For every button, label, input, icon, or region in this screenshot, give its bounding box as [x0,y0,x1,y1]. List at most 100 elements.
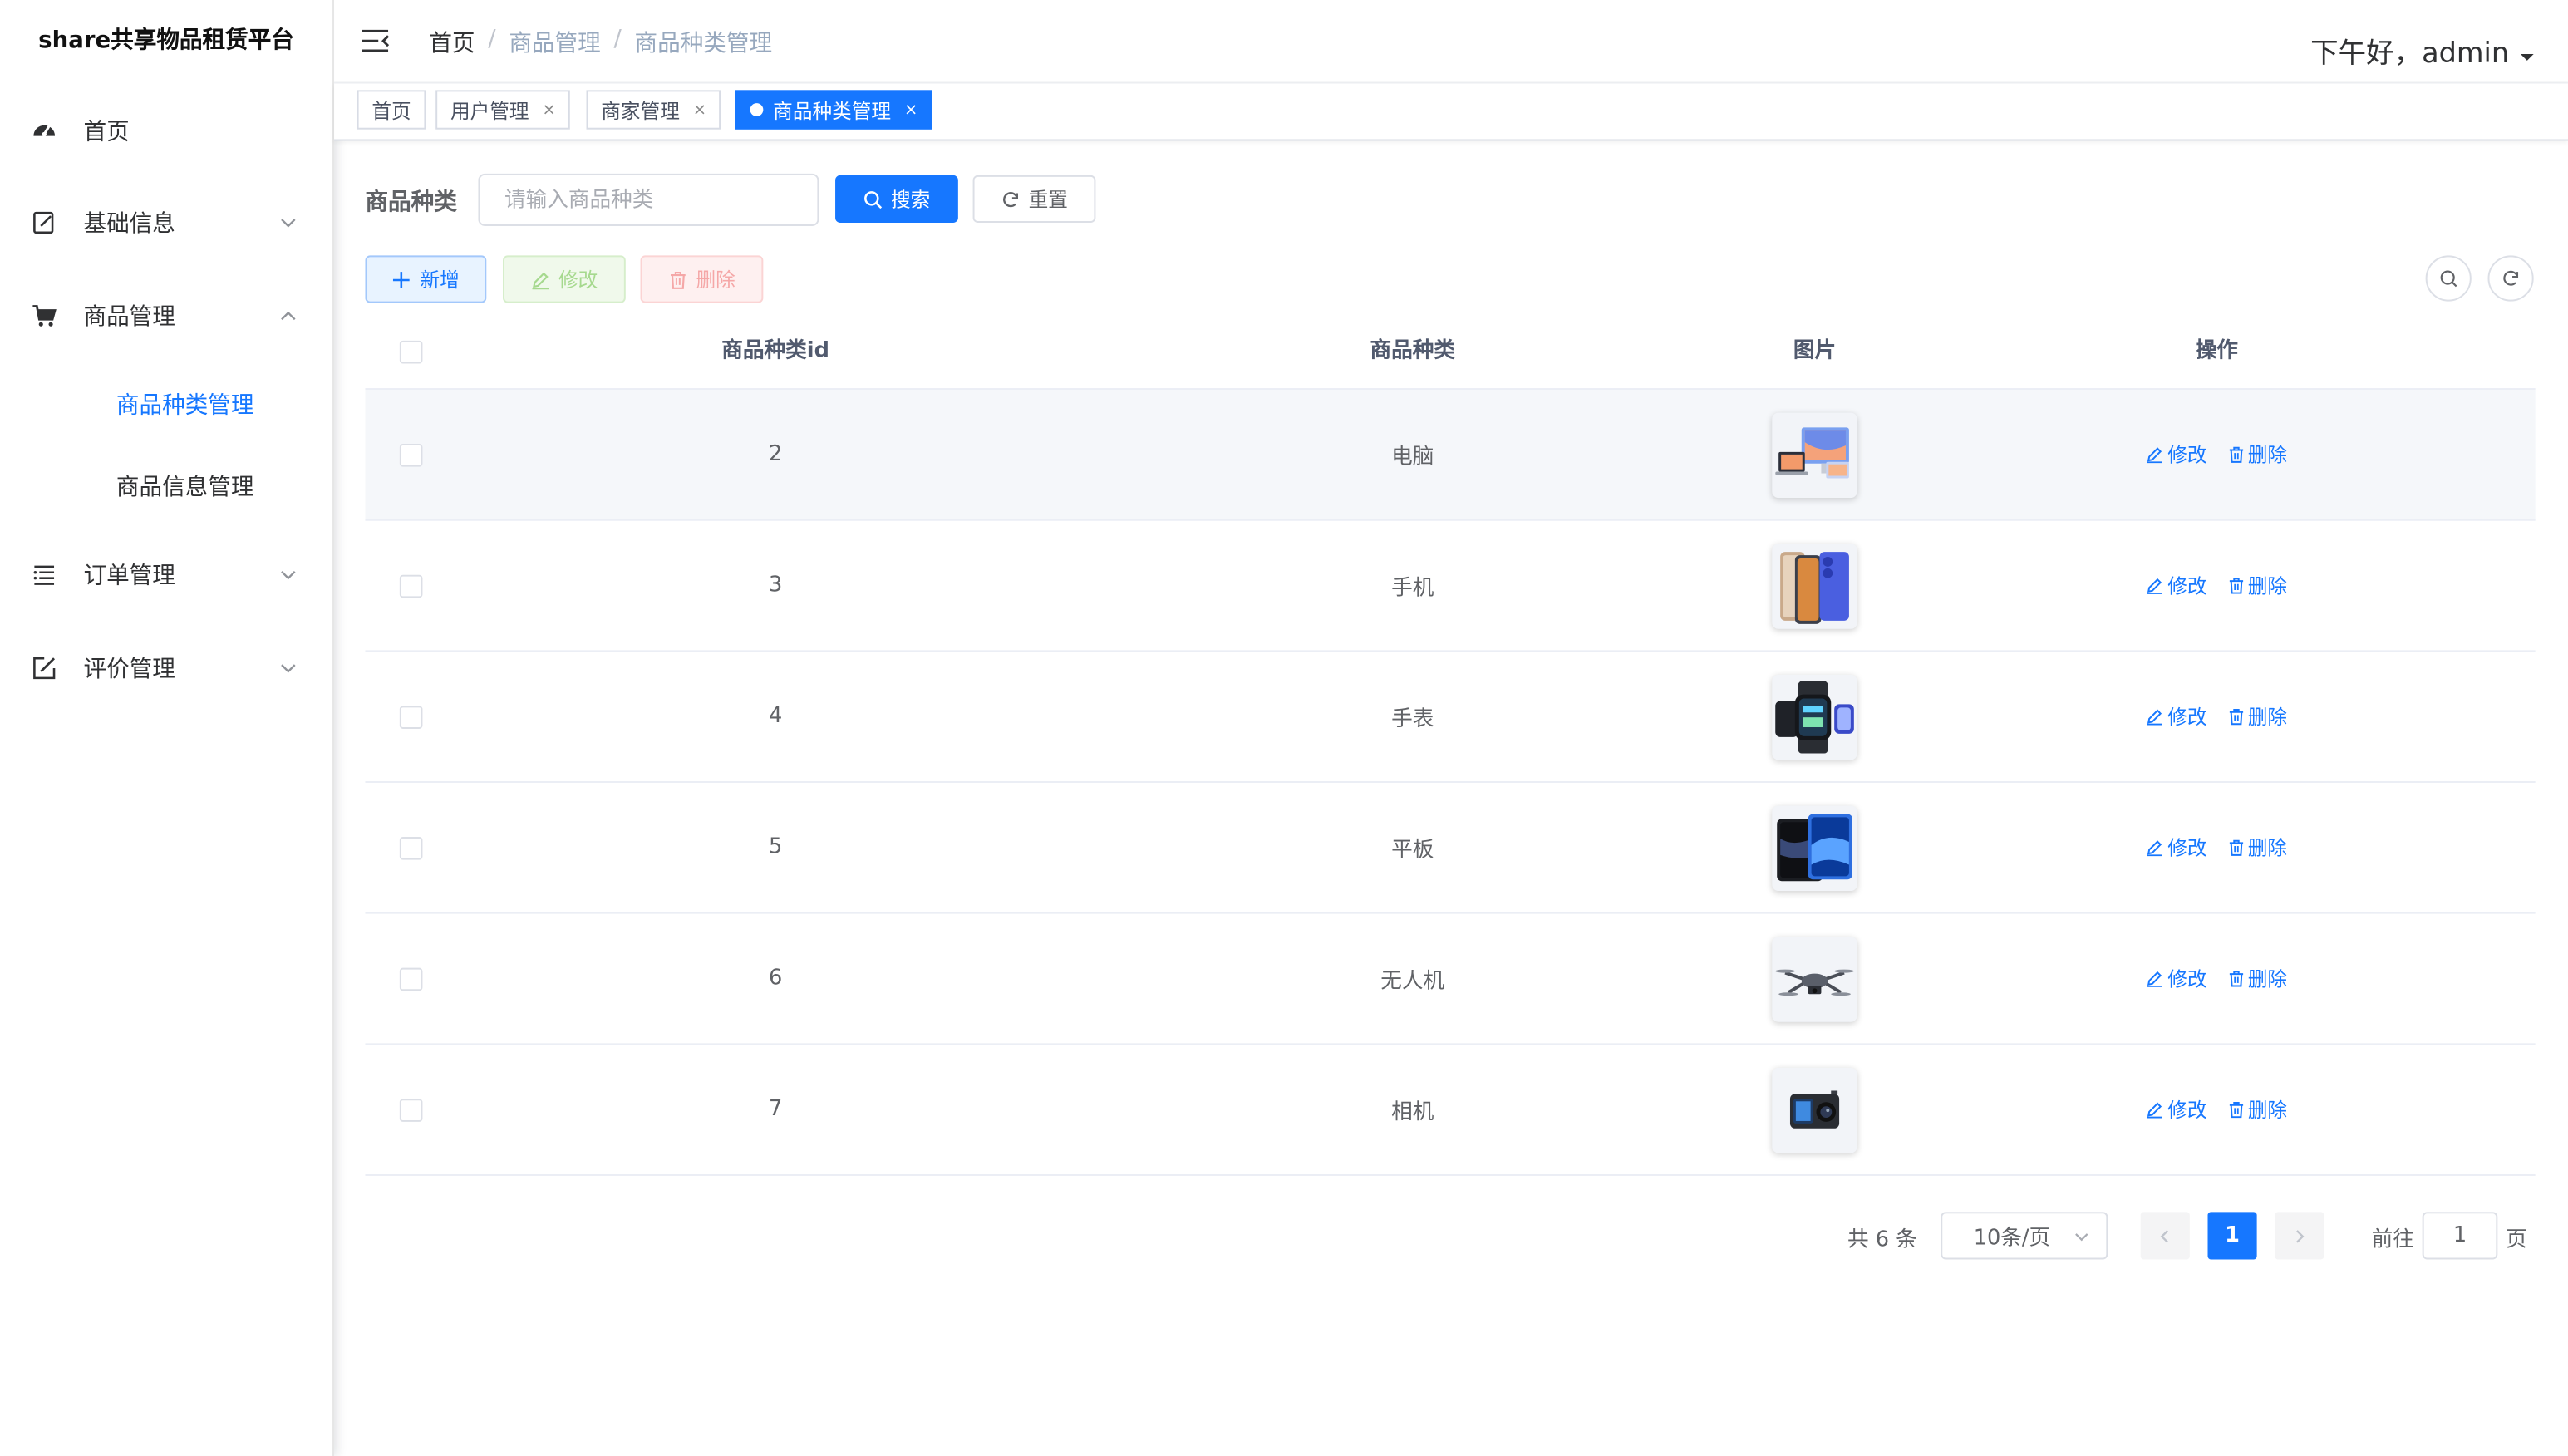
drone-image-graphic [1772,936,1857,1021]
phone-image[interactable] [1772,543,1857,628]
column-header-category: 商品种类 [1370,338,1455,364]
select-all-checkbox[interactable] [399,340,423,364]
sidebar-item-goods[interactable]: 商品管理 [0,270,332,362]
row-delete-link[interactable]: 删除 [2226,702,2287,730]
category-name: 手表 [1391,707,1434,732]
reset-button[interactable]: 重置 [972,175,1096,224]
category-name: 平板 [1391,838,1434,863]
tag-label: 商品种类管理 [773,99,892,122]
row-delete-label: 删除 [2247,967,2288,991]
row-delete-link[interactable]: 删除 [2226,834,2287,862]
add-button[interactable]: 新增 [365,255,487,303]
category-search-input[interactable] [478,173,819,226]
image-cell [1731,914,1898,1044]
category-name: 相机 [1391,1100,1434,1125]
row-edit-link[interactable]: 修改 [2147,572,2207,600]
sidebar-item-orders[interactable]: 订单管理 [0,529,332,621]
sidebar-item-label: 评价管理 [83,657,175,683]
column-header-image: 图片 [1793,338,1837,364]
chevron-down-icon [2075,1233,2088,1242]
tag-user-management[interactable]: 用户管理 × [435,90,571,130]
table-row: 7 相机 修改 删除 [365,1045,2536,1176]
row-checkbox[interactable] [399,573,423,598]
trash-icon [2228,578,2243,594]
image-cell [1731,652,1898,781]
tag-home[interactable]: 首页 [357,90,426,130]
row-checkbox-cell [365,914,456,1044]
edit-icon [532,271,549,289]
row-edit-label: 修改 [2167,837,2207,860]
drone-image[interactable] [1772,936,1857,1021]
table-row: 2 电脑 修改 删除 [365,390,2536,521]
category-name: 手机 [1391,576,1434,602]
sidebar-item-label: 基础信息 [83,211,175,238]
cart-icon [32,305,57,327]
caret-down-icon [2520,53,2534,60]
search-button-label: 搜索 [891,188,931,212]
page-size-select[interactable]: 10条/页 [1941,1212,2108,1260]
row-delete-link[interactable]: 删除 [2226,965,2287,993]
row-checkbox[interactable] [399,967,423,991]
tag-merchant-management[interactable]: 商家管理 × [586,90,721,130]
delete-button[interactable]: 删除 [640,255,764,303]
category-id: 3 [768,573,783,598]
sidebar-item-basic-info[interactable]: 基础信息 [0,177,332,268]
row-delete-link[interactable]: 删除 [2226,440,2287,469]
row-edit-link[interactable]: 修改 [2147,702,2207,730]
column-header-actions: 操作 [2195,338,2238,364]
tag-goods-category[interactable]: 商品种类管理 × [735,90,933,130]
row-checkbox[interactable] [399,443,423,466]
table-header: 商品种类id 商品种类 图片 操作 [365,316,2536,391]
menu-collapse-icon[interactable] [361,28,390,55]
camera-image[interactable] [1772,1066,1857,1153]
toggle-search-button[interactable] [2425,255,2472,302]
breadcrumb-item[interactable]: 首页 [429,27,475,59]
edit-icon [33,657,56,680]
page-number-button[interactable]: 1 [2207,1212,2257,1260]
close-icon[interactable]: × [904,101,918,119]
image-cell [1731,1045,1898,1174]
user-menu[interactable]: 下午好，admin [2310,29,2536,71]
sidebar-subitem-goods-info[interactable]: 商品信息管理 [0,445,332,528]
sidebar-subitem-goods-category[interactable]: 商品种类管理 [0,363,332,445]
close-icon[interactable]: × [542,101,556,119]
watch-image[interactable] [1772,673,1857,760]
edit-button[interactable]: 修改 [503,255,626,303]
next-page-button[interactable] [2275,1212,2324,1260]
trash-icon [2228,446,2243,463]
row-delete-label: 删除 [2247,706,2288,729]
goto-page-input[interactable] [2422,1212,2498,1260]
goto-label: 前往 [2371,1228,2414,1253]
row-edit-link[interactable]: 修改 [2147,965,2207,993]
prev-page-button[interactable] [2140,1212,2190,1260]
tablet-image[interactable] [1772,804,1857,891]
image-cell [1731,783,1898,912]
actions-cell: 修改 删除 [1898,390,2536,519]
edit-doc-icon [33,211,54,234]
sidebar-item-home[interactable]: 首页 [0,85,332,176]
page-unit-label: 页 [2506,1228,2527,1253]
close-icon[interactable]: × [693,101,707,119]
search-button[interactable]: 搜索 [835,175,958,224]
tag-label: 用户管理 [450,99,529,122]
row-edit-link[interactable]: 修改 [2147,834,2207,862]
row-delete-link[interactable]: 删除 [2226,572,2287,600]
row-checkbox[interactable] [399,705,423,728]
sidebar-item-reviews[interactable]: 评价管理 [0,622,332,714]
row-edit-link[interactable]: 修改 [2147,440,2207,469]
row-checkbox-cell [365,1045,456,1174]
sidebar-item-label: 商品管理 [83,304,175,332]
chevron-right-icon [2296,1229,2305,1242]
computer-image[interactable] [1772,411,1857,498]
row-checkbox[interactable] [399,1098,423,1121]
row-edit-label: 修改 [2167,444,2207,467]
plus-icon [393,271,411,288]
row-checkbox[interactable] [399,836,423,859]
refresh-icon [1003,191,1018,207]
actions-cell: 修改 删除 [1898,521,2536,651]
row-edit-link[interactable]: 修改 [2147,1095,2207,1124]
row-delete-link[interactable]: 删除 [2226,1095,2287,1124]
category-name: 无人机 [1380,969,1445,995]
refresh-table-button[interactable] [2487,255,2534,302]
sidebar-item-label: 首页 [83,119,130,146]
